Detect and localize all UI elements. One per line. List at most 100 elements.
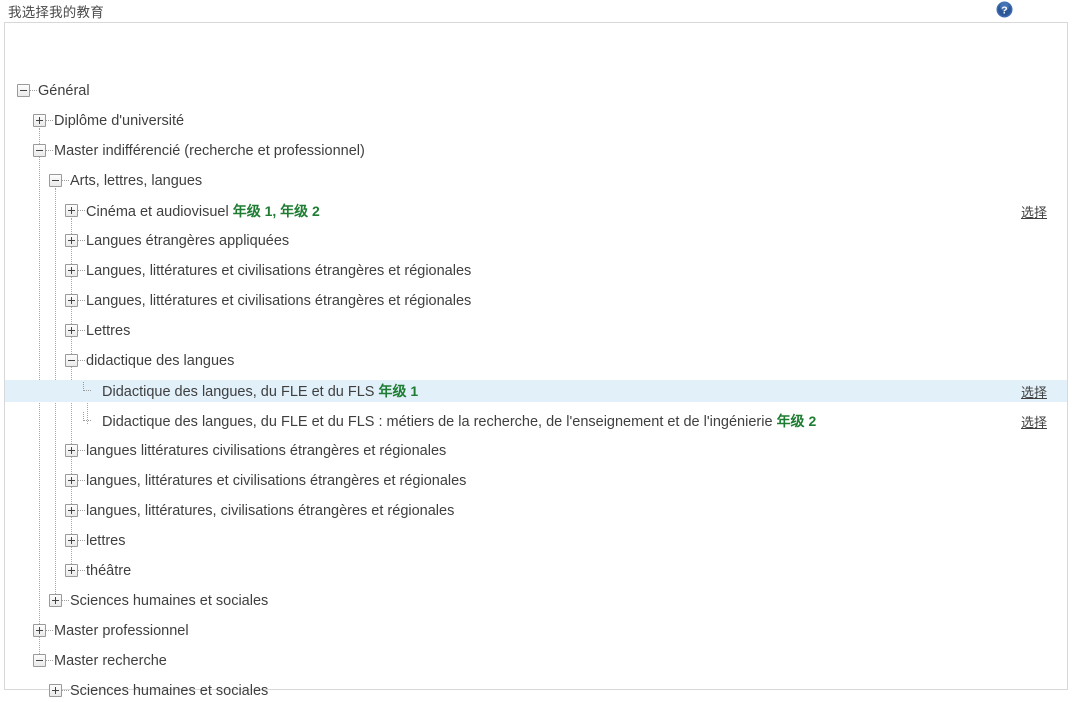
- tree-node-title: Langues, littératures et civilisations é…: [86, 263, 472, 279]
- tree-node-label[interactable]: lettres: [86, 530, 126, 552]
- tree-node-row[interactable]: Master indifférencié (recherche et profe…: [5, 140, 1067, 162]
- tree-expand-icon[interactable]: [65, 204, 78, 217]
- tree-node-row[interactable]: lettres: [5, 530, 1067, 552]
- tree-node-title: Master professionnel: [54, 623, 189, 639]
- tree-collapse-icon[interactable]: [33, 654, 46, 667]
- tree-node-title: langues, littératures, civilisations étr…: [86, 503, 455, 519]
- tree-expand-icon[interactable]: [49, 594, 62, 607]
- tree-node-row[interactable]: Lettres: [5, 320, 1067, 342]
- tree-node-title: lettres: [86, 533, 126, 549]
- tree-node-label[interactable]: Langues étrangères appliquées: [86, 230, 289, 252]
- tree-node-label[interactable]: Langues, littératures et civilisations é…: [86, 290, 471, 312]
- tree-node-label[interactable]: Arts, lettres, langues: [70, 170, 202, 192]
- tree-node-label[interactable]: Sciences humaines et sociales: [70, 680, 268, 702]
- tree-connector-line: [78, 540, 85, 542]
- tree-node-row[interactable]: Général: [5, 80, 1067, 102]
- tree-node-row[interactable]: Master recherche: [5, 650, 1067, 672]
- tree-node-title: Didactique des langues, du FLE et du FLS…: [102, 414, 773, 430]
- tree-node-row[interactable]: Cinéma et audiovisuel 年级 1, 年级 2 选择: [5, 200, 1067, 222]
- tree-node-row[interactable]: Sciences humaines et sociales: [5, 680, 1067, 702]
- tree-expand-icon[interactable]: [65, 294, 78, 307]
- tree-node-row[interactable]: théâtre: [5, 560, 1067, 582]
- tree-node-title: Master recherche: [54, 653, 167, 669]
- tree-collapse-icon[interactable]: [17, 84, 30, 97]
- tree-expand-icon[interactable]: [65, 534, 78, 547]
- tree-expand-icon[interactable]: [65, 324, 78, 337]
- tree-node-grade-badge: 年级 1, 年级 2: [232, 203, 320, 219]
- tree-expand-icon[interactable]: [49, 684, 62, 697]
- tree-node-label[interactable]: Master professionnel: [54, 620, 189, 642]
- tree-collapse-icon[interactable]: [49, 174, 62, 187]
- tree-node-label[interactable]: théâtre: [86, 560, 131, 582]
- tree-node-label[interactable]: Didactique des langues, du FLE et du FLS…: [102, 410, 816, 433]
- tree-expand-icon[interactable]: [33, 624, 46, 637]
- tree-leaf-connector-icon: [83, 382, 91, 391]
- tree-connector-line: [78, 570, 85, 572]
- tree-node-row[interactable]: didactique des langues: [5, 350, 1067, 372]
- tree-node-row[interactable]: Didactique des langues, du FLE et du FLS…: [5, 410, 1067, 432]
- select-link[interactable]: 选择: [1021, 382, 1047, 401]
- tree-node-row[interactable]: Arts, lettres, langues: [5, 170, 1067, 192]
- tree-node-label[interactable]: langues, littératures, civilisations étr…: [86, 500, 454, 522]
- tree-expand-icon[interactable]: [65, 264, 78, 277]
- tree-expand-icon[interactable]: [65, 234, 78, 247]
- tree-node-grade-badge: 年级 2: [776, 413, 817, 429]
- tree-expand-icon[interactable]: [65, 504, 78, 517]
- tree-node-row[interactable]: Master professionnel: [5, 620, 1067, 642]
- svg-text:?: ?: [1001, 4, 1007, 16]
- tree-node-title: langues littératures civilisations étran…: [86, 443, 447, 459]
- tree-node-title: théâtre: [86, 563, 132, 579]
- tree-connector-line: [46, 120, 53, 122]
- tree-connector-line: [78, 480, 85, 482]
- tree-node-row[interactable]: Sciences humaines et sociales: [5, 590, 1067, 612]
- tree-leaf-connector-icon: [83, 412, 91, 421]
- tree-node-row[interactable]: Langues étrangères appliquées: [5, 230, 1067, 252]
- tree-connector-line: [62, 600, 69, 602]
- tree-node-title: langues, littératures et civilisations é…: [86, 473, 467, 489]
- tree-node-title: Didactique des langues, du FLE et du FLS: [102, 384, 375, 400]
- tree-collapse-icon[interactable]: [65, 354, 78, 367]
- tree-node-label[interactable]: Langues, littératures et civilisations é…: [86, 260, 471, 282]
- tree-connector-line: [46, 150, 53, 152]
- tree-node-row[interactable]: langues, littératures, civilisations étr…: [5, 500, 1067, 522]
- tree-node-row[interactable]: Diplôme d'université: [5, 110, 1067, 132]
- tree-node-label[interactable]: didactique des langues: [86, 350, 234, 372]
- tree-connector-line: [62, 690, 69, 692]
- tree-connector-line: [78, 330, 85, 332]
- tree-node-title: Langues étrangères appliquées: [86, 233, 290, 249]
- tree-node-grade-badge: 年级 1: [378, 383, 419, 399]
- tree-node-label[interactable]: Cinéma et audiovisuel 年级 1, 年级 2: [86, 200, 320, 223]
- tree-node-label[interactable]: Didactique des langues, du FLE et du FLS…: [102, 380, 418, 403]
- tree-node-title: Sciences humaines et sociales: [70, 683, 269, 699]
- tree-node-label[interactable]: Général: [38, 80, 90, 102]
- tree-node-label[interactable]: Sciences humaines et sociales: [70, 590, 268, 612]
- tree-expand-icon[interactable]: [65, 564, 78, 577]
- select-link[interactable]: 选择: [1021, 202, 1047, 221]
- tree-node-label[interactable]: Master recherche: [54, 650, 167, 672]
- tree-node-row[interactable]: Langues, littératures et civilisations é…: [5, 290, 1067, 312]
- tree-expand-icon[interactable]: [65, 474, 78, 487]
- tree-connector-line: [78, 270, 85, 272]
- select-link[interactable]: 选择: [1021, 412, 1047, 431]
- tree-expand-icon[interactable]: [65, 444, 78, 457]
- tree-node-row[interactable]: langues, littératures et civilisations é…: [5, 470, 1067, 492]
- tree-connector-line: [46, 660, 53, 662]
- tree-node-row[interactable]: Didactique des langues, du FLE et du FLS…: [5, 380, 1067, 402]
- tree-connector-line: [78, 210, 85, 212]
- tree-collapse-icon[interactable]: [33, 144, 46, 157]
- tree-node-row[interactable]: Langues, littératures et civilisations é…: [5, 260, 1067, 282]
- tree-node-title: Lettres: [86, 323, 131, 339]
- tree-connector-line: [78, 450, 85, 452]
- education-tree-panel: Général Diplôme d'université Master indiff…: [4, 22, 1068, 699]
- tree-node-label[interactable]: langues, littératures et civilisations é…: [86, 470, 466, 492]
- tree-connector-line: [30, 90, 37, 92]
- tree-node-label[interactable]: Diplôme d'université: [54, 110, 184, 132]
- tree-node-row[interactable]: langues littératures civilisations étran…: [5, 440, 1067, 462]
- tree-node-title: Master indifférencié (recherche et profe…: [54, 143, 365, 159]
- tree-node-label[interactable]: Master indifférencié (recherche et profe…: [54, 140, 365, 162]
- tree-node-label[interactable]: langues littératures civilisations étran…: [86, 440, 446, 462]
- tree-node-label[interactable]: Lettres: [86, 320, 130, 342]
- tree-node-title: Langues, littératures et civilisations é…: [86, 293, 472, 309]
- help-circle-icon[interactable]: ?: [996, 1, 1013, 18]
- tree-expand-icon[interactable]: [33, 114, 46, 127]
